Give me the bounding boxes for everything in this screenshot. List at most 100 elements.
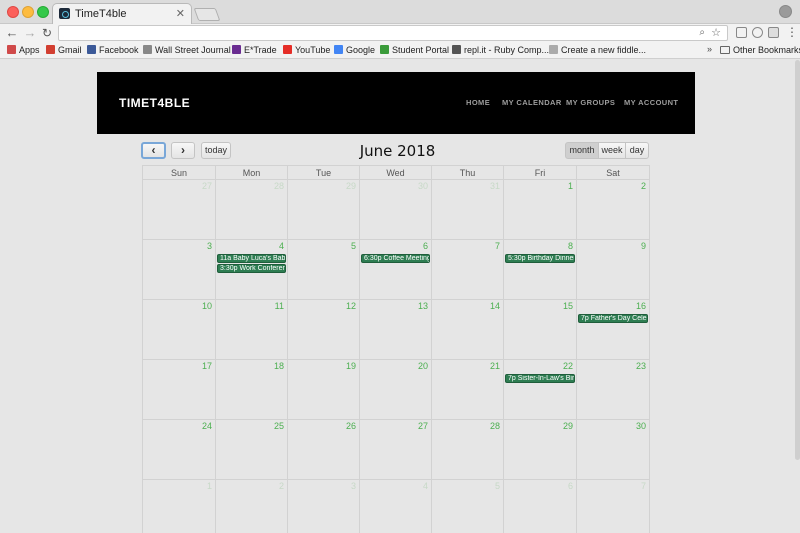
close-window-button[interactable] — [7, 6, 19, 18]
day-number[interactable]: 15 — [563, 301, 573, 311]
day-cell[interactable]: 5 — [432, 480, 504, 533]
day-number[interactable]: 21 — [490, 361, 500, 371]
day-cell[interactable]: 28 — [432, 420, 504, 480]
nav-home[interactable]: HOME — [466, 98, 490, 107]
day-number[interactable]: 30 — [636, 421, 646, 431]
nav-my-account[interactable]: MY ACCOUNT — [624, 98, 678, 107]
day-cell[interactable]: 3 — [288, 480, 360, 533]
day-number[interactable]: 8 — [568, 241, 573, 251]
day-number[interactable]: 6 — [423, 241, 428, 251]
bookmark-google[interactable]: Google — [334, 44, 375, 57]
day-cell[interactable]: 16 7p Father's Day Celebr — [577, 300, 650, 360]
day-cell[interactable]: 26 — [288, 420, 360, 480]
day-number[interactable]: 7 — [495, 241, 500, 251]
day-number[interactable]: 17 — [202, 361, 212, 371]
day-cell[interactable]: 2 — [577, 180, 650, 240]
day-cell[interactable]: 10 — [143, 300, 216, 360]
day-cell[interactable]: 25 — [216, 420, 288, 480]
day-view-button[interactable]: day — [625, 142, 649, 159]
day-number[interactable]: 29 — [563, 421, 573, 431]
day-number[interactable]: 4 — [279, 241, 284, 251]
bookmark-apps[interactable]: Apps — [7, 44, 40, 57]
day-cell[interactable]: 5 — [288, 240, 360, 300]
day-number[interactable]: 13 — [418, 301, 428, 311]
bookmark-star-icon[interactable]: ☆ — [711, 26, 721, 40]
calendar-event[interactable]: 7p Father's Day Celebr — [578, 314, 648, 323]
search-icon[interactable]: ⌕ — [699, 26, 705, 40]
day-number[interactable]: 29 — [346, 181, 356, 191]
back-arrow-icon[interactable]: ← — [5, 25, 19, 41]
calendar-event[interactable]: 6:30p Coffee Meeting — [361, 254, 430, 263]
prev-month-button[interactable]: ‹ — [141, 142, 166, 159]
day-cell[interactable]: 3 — [143, 240, 216, 300]
day-number[interactable]: 27 — [418, 421, 428, 431]
day-cell[interactable]: 6 6:30p Coffee Meeting — [360, 240, 432, 300]
day-number[interactable]: 22 — [563, 361, 573, 371]
bookmark-replit[interactable]: repl.it - Ruby Comp... — [452, 44, 549, 57]
bookmark-student-portal[interactable]: Student Portal — [380, 44, 449, 57]
day-number[interactable]: 26 — [346, 421, 356, 431]
cast-icon[interactable] — [736, 27, 747, 38]
day-number[interactable]: 1 — [207, 481, 212, 491]
day-cell[interactable]: 28 — [216, 180, 288, 240]
bookmark-etrade[interactable]: E*Trade — [232, 44, 277, 57]
more-bookmarks-icon[interactable]: » — [707, 44, 712, 54]
day-number[interactable]: 28 — [490, 421, 500, 431]
bookmark-jsfiddle[interactable]: Create a new fiddle... — [549, 44, 646, 57]
day-number[interactable]: 12 — [346, 301, 356, 311]
day-number[interactable]: 5 — [351, 241, 356, 251]
nav-my-groups[interactable]: MY GROUPS — [566, 98, 615, 107]
new-tab-button[interactable] — [193, 8, 221, 21]
day-number[interactable]: 4 — [423, 481, 428, 491]
day-number[interactable]: 3 — [351, 481, 356, 491]
day-number[interactable]: 10 — [202, 301, 212, 311]
today-button[interactable]: today — [201, 142, 231, 159]
bookmark-youtube[interactable]: YouTube — [283, 44, 330, 57]
next-month-button[interactable]: › — [171, 142, 195, 159]
day-number[interactable]: 5 — [495, 481, 500, 491]
day-number[interactable]: 19 — [346, 361, 356, 371]
day-number[interactable]: 14 — [490, 301, 500, 311]
extension-icon[interactable] — [752, 27, 763, 38]
day-cell[interactable]: 21 — [432, 360, 504, 420]
browser-menu-icon[interactable]: ⋮ — [786, 25, 798, 39]
day-number[interactable]: 23 — [636, 361, 646, 371]
day-number[interactable]: 27 — [202, 181, 212, 191]
day-cell[interactable]: 31 — [432, 180, 504, 240]
reload-icon[interactable]: ↻ — [40, 25, 54, 41]
site-logo[interactable]: TIMET4BLE — [119, 96, 190, 110]
day-cell[interactable]: 29 — [504, 420, 577, 480]
week-view-button[interactable]: week — [598, 142, 626, 159]
day-number[interactable]: 20 — [418, 361, 428, 371]
day-number[interactable]: 25 — [274, 421, 284, 431]
day-number[interactable]: 6 — [568, 481, 573, 491]
day-number[interactable]: 24 — [202, 421, 212, 431]
day-cell[interactable]: 27 — [360, 420, 432, 480]
day-cell[interactable]: 7 — [432, 240, 504, 300]
day-cell[interactable]: 15 — [504, 300, 577, 360]
day-cell[interactable]: 23 — [577, 360, 650, 420]
forward-arrow-icon[interactable]: → — [23, 25, 37, 41]
calendar-event[interactable]: 7p Sister-In-Law's Birt — [505, 374, 575, 383]
day-number[interactable]: 18 — [274, 361, 284, 371]
bookmark-wsj[interactable]: Wall Street Journal — [143, 44, 231, 57]
extension-icon[interactable] — [768, 27, 779, 38]
day-cell[interactable]: 18 — [216, 360, 288, 420]
day-number[interactable]: 2 — [641, 181, 646, 191]
day-cell[interactable]: 9 — [577, 240, 650, 300]
minimize-window-button[interactable] — [22, 6, 34, 18]
day-cell[interactable]: 8 5:30p Birthday Dinner — [504, 240, 577, 300]
day-cell[interactable]: 2 — [216, 480, 288, 533]
calendar-event[interactable]: 5:30p Birthday Dinner — [505, 254, 575, 263]
nav-my-calendar[interactable]: MY CALENDAR — [502, 98, 562, 107]
day-number[interactable]: 16 — [636, 301, 646, 311]
day-cell[interactable]: 4 — [360, 480, 432, 533]
day-cell[interactable]: 24 — [143, 420, 216, 480]
day-cell[interactable]: 1 — [504, 180, 577, 240]
day-cell[interactable]: 19 — [288, 360, 360, 420]
day-cell[interactable]: 4 11a Baby Luca's Baby S3:30p Work Confer… — [216, 240, 288, 300]
day-number[interactable]: 31 — [490, 181, 500, 191]
day-cell[interactable]: 1 — [143, 480, 216, 533]
day-cell[interactable]: 13 — [360, 300, 432, 360]
day-number[interactable]: 1 — [568, 181, 573, 191]
